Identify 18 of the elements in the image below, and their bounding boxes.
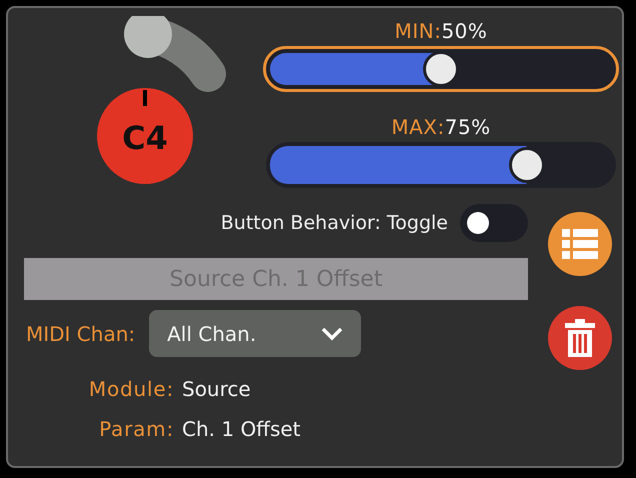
slider-thumb[interactable] [508,147,544,183]
info-label: Param: [99,417,174,441]
info-value: Ch. 1 Offset [182,417,301,441]
list-icon [562,229,598,259]
toggle-switch[interactable] [460,204,528,242]
note-label: C4 [122,119,168,157]
tick-mark [143,90,147,106]
chevron-icon [321,326,344,340]
info-value: Source [182,377,251,401]
slider-label: MIN:50% [394,18,488,45]
midi-channel-label: MIDI Chan: [26,322,136,346]
info-label: Module: [88,377,174,401]
knob-drawing[interactable] [124,16,226,92]
behavior-label: Button Behavior: Toggle [220,212,448,234]
midi-channel-dropdown[interactable]: All Chan. [149,310,362,357]
slider-thumb[interactable] [423,51,459,87]
trash-icon [565,319,595,357]
slider-label: MAX:75% [391,114,491,141]
